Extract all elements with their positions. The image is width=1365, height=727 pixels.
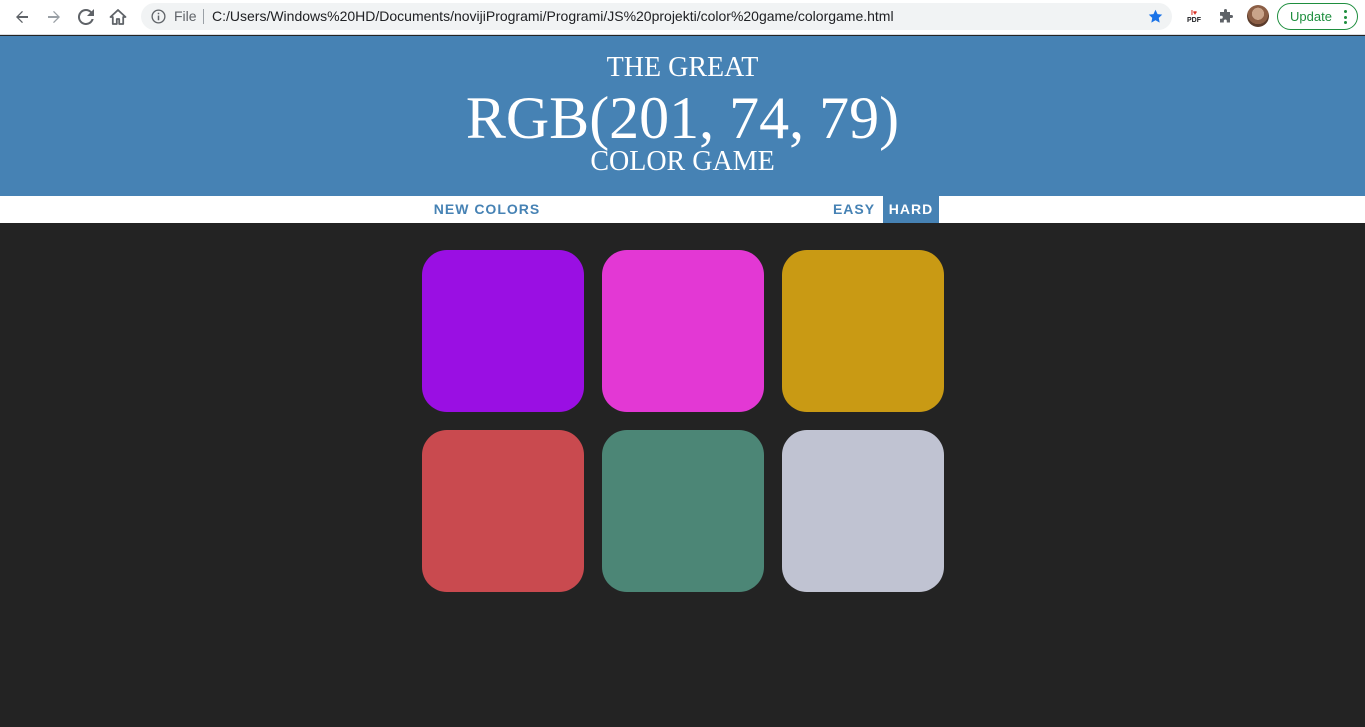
color-square-5[interactable] [602, 430, 764, 592]
back-button[interactable] [8, 4, 36, 30]
kebab-menu-icon [1343, 10, 1347, 24]
title-the-great: THE GREAT [606, 52, 759, 83]
puzzle-icon [1220, 9, 1233, 23]
color-square-1[interactable] [422, 250, 584, 412]
target-color-display: RGB(201, 74, 79) [465, 85, 900, 151]
pdf-extension-text: PDF [1187, 17, 1201, 24]
update-button[interactable]: Update [1277, 3, 1358, 30]
browser-toolbar: File C:/Users/Windows%20HD/Documents/nov… [0, 0, 1365, 35]
title-color-game: COLOR GAME [590, 146, 775, 177]
easy-mode-button[interactable]: EASY [825, 196, 883, 223]
game-header: THE GREAT RGB(201, 74, 79) COLOR GAME [0, 36, 1365, 196]
color-square-2[interactable] [602, 250, 764, 412]
pdf-extension-icon: I♥ PDF [1187, 10, 1201, 24]
forward-button[interactable] [40, 4, 68, 30]
file-scheme-label: File [174, 8, 197, 24]
reload-button[interactable] [72, 4, 100, 30]
extensions-button[interactable] [1215, 6, 1237, 28]
color-squares-grid [422, 250, 944, 592]
color-square-6[interactable] [782, 430, 944, 592]
info-icon[interactable] [151, 9, 166, 24]
profile-avatar[interactable] [1247, 5, 1269, 27]
address-bar[interactable]: File C:/Users/Windows%20HD/Documents/nov… [141, 3, 1172, 30]
home-icon [109, 9, 127, 25]
new-colors-button[interactable]: NEW COLORS [427, 196, 547, 223]
ilovepdf-extension-button[interactable]: I♥ PDF [1183, 6, 1205, 28]
controls-stripe: NEW COLORS EASY HARD [0, 196, 1365, 223]
update-button-label: Update [1290, 9, 1332, 24]
color-square-4[interactable] [422, 430, 584, 592]
hard-mode-button[interactable]: HARD [883, 196, 939, 223]
omnibox-divider [203, 9, 204, 24]
color-square-3[interactable] [782, 250, 944, 412]
arrow-right-icon [48, 11, 60, 23]
reload-icon [78, 9, 94, 25]
url-text[interactable]: C:/Users/Windows%20HD/Documents/novijiPr… [212, 8, 894, 25]
arrow-left-icon [16, 11, 28, 23]
home-button[interactable] [104, 4, 132, 30]
bookmark-star-icon[interactable] [1147, 8, 1164, 25]
